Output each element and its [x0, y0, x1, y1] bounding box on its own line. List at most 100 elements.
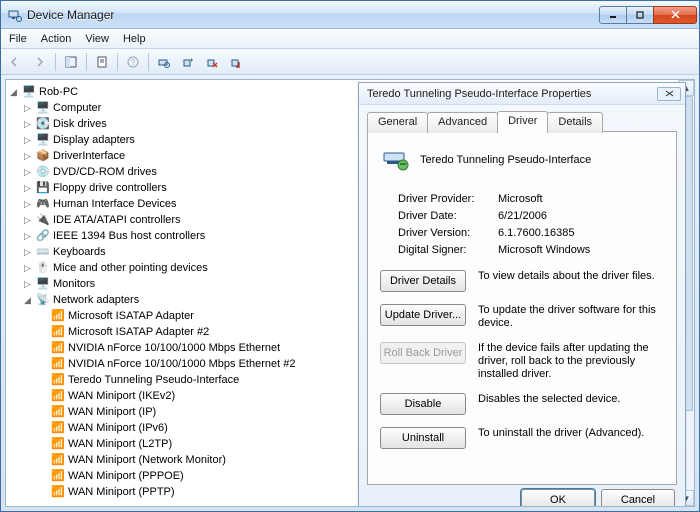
tab-driver[interactable]: Driver — [497, 111, 548, 133]
network-icon: 📡 — [35, 292, 51, 308]
tab-general[interactable]: General — [367, 112, 428, 133]
uninstall-button[interactable] — [201, 51, 223, 73]
content-area: ◢ 🖥️ Rob-PC ▷🖥️Computer ▷💽Disk drives ▷🖥… — [5, 79, 695, 507]
tree-item[interactable]: Computer — [53, 100, 101, 116]
maximize-button[interactable] — [626, 6, 654, 24]
device-manager-window: Device Manager File Action View Help ? ◢ — [0, 0, 700, 512]
monitor-icon: 🖥️ — [35, 276, 51, 292]
svg-text:?: ? — [131, 58, 136, 67]
tree-item[interactable]: NVIDIA nForce 10/100/1000 Mbps Ethernet — [68, 340, 280, 356]
tree-item[interactable]: Monitors — [53, 276, 95, 292]
tree-root[interactable]: Rob-PC — [39, 84, 78, 100]
tree-item[interactable]: Teredo Tunneling Pseudo-Interface — [68, 372, 239, 388]
toolbar-separator — [55, 53, 56, 71]
expand-icon[interactable]: ▷ — [22, 212, 33, 228]
window-title: Device Manager — [27, 8, 600, 22]
tree-item[interactable]: Human Interface Devices — [53, 196, 177, 212]
signer-label: Digital Signer: — [398, 244, 498, 256]
tree-item[interactable]: IDE ATA/ATAPI controllers — [53, 212, 181, 228]
toolbar-separator — [148, 53, 149, 71]
nic-icon: 📶 — [50, 372, 66, 388]
nic-icon: 📶 — [50, 420, 66, 436]
update-driver-button[interactable] — [177, 51, 199, 73]
tree-item[interactable]: Mice and other pointing devices — [53, 260, 208, 276]
tree-item[interactable]: WAN Miniport (L2TP) — [68, 436, 172, 452]
expand-icon[interactable]: ▷ — [22, 164, 33, 180]
expand-icon[interactable]: ▷ — [22, 260, 33, 276]
tree-item[interactable]: Microsoft ISATAP Adapter — [68, 308, 194, 324]
ide-icon: 🔌 — [35, 212, 51, 228]
driver-details-desc: To view details about the driver files. — [478, 270, 664, 283]
tree-item[interactable]: Disk drives — [53, 116, 107, 132]
menu-action[interactable]: Action — [41, 33, 72, 45]
tree-item[interactable]: Keyboards — [53, 244, 106, 260]
collapse-icon[interactable]: ◢ — [8, 84, 19, 100]
dialog-footer: OK Cancel — [359, 489, 685, 507]
cancel-button[interactable]: Cancel — [601, 489, 675, 507]
nic-icon: 📶 — [50, 452, 66, 468]
disk-icon: 💽 — [35, 116, 51, 132]
tree-item[interactable]: Microsoft ISATAP Adapter #2 — [68, 324, 209, 340]
uninstall-button[interactable]: Uninstall — [380, 427, 466, 449]
version-label: Driver Version: — [398, 227, 498, 239]
nic-icon: 📶 — [50, 356, 66, 372]
version-value: 6.1.7600.16385 — [498, 227, 574, 239]
titlebar[interactable]: Device Manager — [1, 1, 699, 29]
tree-item[interactable]: WAN Miniport (IPv6) — [68, 420, 168, 436]
dialog-close-button[interactable] — [657, 87, 681, 101]
expand-icon[interactable]: ▷ — [22, 132, 33, 148]
ok-button[interactable]: OK — [521, 489, 595, 507]
toolbar: ? — [1, 49, 699, 75]
scan-button[interactable] — [153, 51, 175, 73]
expand-icon[interactable]: ▷ — [22, 116, 33, 132]
disable-button[interactable]: Disable — [380, 393, 466, 415]
dialog-titlebar[interactable]: Teredo Tunneling Pseudo-Interface Proper… — [359, 83, 685, 105]
nic-icon: 📶 — [50, 468, 66, 484]
tree-item[interactable]: Floppy drive controllers — [53, 180, 167, 196]
driver-icon: 📦 — [35, 148, 51, 164]
tree-item[interactable]: WAN Miniport (Network Monitor) — [68, 452, 226, 468]
tree-item[interactable]: Display adapters — [53, 132, 135, 148]
expand-icon[interactable]: ▷ — [22, 244, 33, 260]
tree-item[interactable]: WAN Miniport (PPTP) — [68, 484, 175, 500]
driver-details-button[interactable]: Driver Details — [380, 270, 466, 292]
tree-item[interactable]: WAN Miniport (IKEv2) — [68, 388, 175, 404]
computer-icon: 🖥️ — [35, 100, 51, 116]
close-button[interactable] — [653, 6, 697, 24]
tree-item[interactable]: DVD/CD-ROM drives — [53, 164, 157, 180]
forward-button — [29, 51, 51, 73]
properties-button[interactable] — [91, 51, 113, 73]
nic-icon: 📶 — [50, 388, 66, 404]
tree-item[interactable]: IEEE 1394 Bus host controllers — [53, 228, 205, 244]
show-tree-button[interactable] — [60, 51, 82, 73]
provider-value: Microsoft — [498, 193, 543, 205]
tree-item[interactable]: NVIDIA nForce 10/100/1000 Mbps Ethernet … — [68, 356, 295, 372]
expand-icon[interactable]: ▷ — [22, 196, 33, 212]
collapse-icon[interactable]: ◢ — [22, 292, 33, 308]
tab-details[interactable]: Details — [547, 112, 603, 133]
update-driver-desc: To update the driver software for this d… — [478, 304, 664, 330]
disable-button[interactable] — [225, 51, 247, 73]
date-value: 6/21/2006 — [498, 210, 547, 222]
rollback-driver-button: Roll Back Driver — [380, 342, 466, 364]
expand-icon[interactable]: ▷ — [22, 180, 33, 196]
tree-item[interactable]: WAN Miniport (IP) — [68, 404, 156, 420]
tree-item[interactable]: Network adapters — [53, 292, 139, 308]
firewire-icon: 🔗 — [35, 228, 51, 244]
keyboard-icon: ⌨️ — [35, 244, 51, 260]
update-driver-button[interactable]: Update Driver... — [380, 304, 466, 326]
tree-item[interactable]: WAN Miniport (PPPOE) — [68, 468, 184, 484]
menu-file[interactable]: File — [9, 33, 27, 45]
menu-view[interactable]: View — [85, 33, 109, 45]
expand-icon[interactable]: ▷ — [22, 228, 33, 244]
minimize-button[interactable] — [599, 6, 627, 24]
device-icon — [380, 144, 412, 176]
expand-icon[interactable]: ▷ — [22, 276, 33, 292]
menu-help[interactable]: Help — [123, 33, 146, 45]
expand-icon[interactable]: ▷ — [22, 100, 33, 116]
tab-advanced[interactable]: Advanced — [427, 112, 498, 133]
expand-icon[interactable]: ▷ — [22, 148, 33, 164]
help-button[interactable]: ? — [122, 51, 144, 73]
tree-item[interactable]: DriverInterface — [53, 148, 125, 164]
menubar: File Action View Help — [1, 29, 699, 49]
